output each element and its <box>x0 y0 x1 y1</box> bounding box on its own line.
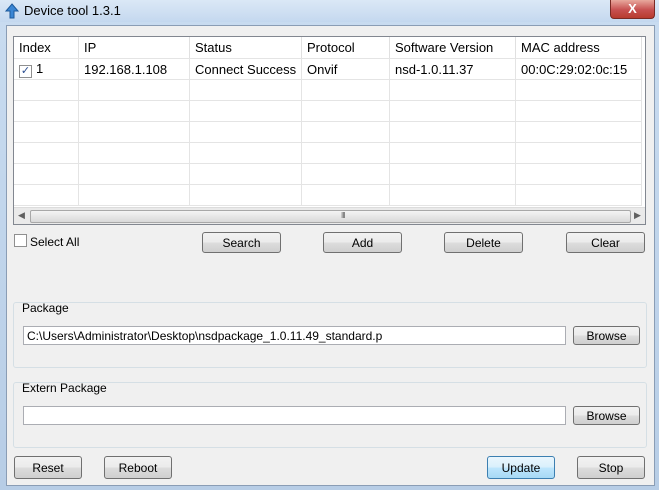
table-row[interactable]: ✓ 1 192.168.1.108 Connect Success Onvif n… <box>14 58 642 80</box>
empty-row <box>14 142 642 164</box>
main-panel: Index IP Status Protocol Software Versio… <box>6 25 655 486</box>
package-group: Package C:\Users\Administrator\Desktop\n… <box>13 301 647 368</box>
checkbox-box[interactable] <box>14 234 27 247</box>
empty-row <box>14 79 642 101</box>
row-checkbox[interactable]: ✓ <box>19 64 32 78</box>
empty-row <box>14 163 642 185</box>
extern-package-path-field[interactable] <box>23 406 566 425</box>
scroll-right-icon[interactable]: ▶ <box>634 210 641 221</box>
reset-button[interactable]: Reset <box>14 456 82 479</box>
add-button[interactable]: Add <box>323 232 402 253</box>
extern-package-group: Extern Package Browse <box>13 381 647 448</box>
cell-version: nsd-1.0.11.37 <box>389 58 516 80</box>
column-header-mac-address[interactable]: MAC address <box>515 37 642 59</box>
scrollbar-thumb[interactable]: III <box>30 210 631 223</box>
delete-button[interactable]: Delete <box>444 232 523 253</box>
title-bar: Device tool 1.3.1 X <box>0 0 659 22</box>
empty-row <box>14 121 642 143</box>
column-header-status[interactable]: Status <box>189 37 302 59</box>
column-header-software-version[interactable]: Software Version <box>389 37 516 59</box>
cell-index: ✓ 1 <box>14 58 79 80</box>
reboot-button[interactable]: Reboot <box>104 456 172 479</box>
device-table: Index IP Status Protocol Software Versio… <box>13 36 646 225</box>
stop-button[interactable]: Stop <box>577 456 645 479</box>
empty-row <box>14 184 642 206</box>
cell-ip: 192.168.1.108 <box>78 58 190 80</box>
select-all-checkbox[interactable]: Select All <box>14 234 79 249</box>
column-header-index[interactable]: Index <box>14 37 79 59</box>
extern-package-label: Extern Package <box>22 381 107 395</box>
update-button[interactable]: Update <box>487 456 555 479</box>
column-header-protocol[interactable]: Protocol <box>301 37 390 59</box>
window-title: Device tool 1.3.1 <box>24 3 121 18</box>
extern-package-browse-button[interactable]: Browse <box>573 406 640 425</box>
package-path-field[interactable]: C:\Users\Administrator\Desktop\nsdpackag… <box>23 326 566 345</box>
cell-status: Connect Success <box>189 58 302 80</box>
cell-mac: 00:0C:29:02:0c:15 <box>515 58 642 80</box>
close-button[interactable]: X <box>610 0 655 19</box>
scroll-grip: III <box>341 211 346 220</box>
search-button[interactable]: Search <box>202 232 281 253</box>
empty-row <box>14 100 642 122</box>
row-index: 1 <box>36 60 44 76</box>
table-header: Index IP Status Protocol Software Versio… <box>14 37 642 59</box>
horizontal-scrollbar[interactable]: ◀ III ▶ <box>14 207 645 224</box>
select-all-label: Select All <box>30 235 80 249</box>
arrow-up-icon <box>5 3 19 19</box>
scroll-left-icon[interactable]: ◀ <box>18 210 25 221</box>
clear-button[interactable]: Clear <box>566 232 645 253</box>
package-label: Package <box>22 301 69 315</box>
package-browse-button[interactable]: Browse <box>573 326 640 345</box>
cell-protocol: Onvif <box>301 58 390 80</box>
column-header-ip[interactable]: IP <box>78 37 190 59</box>
